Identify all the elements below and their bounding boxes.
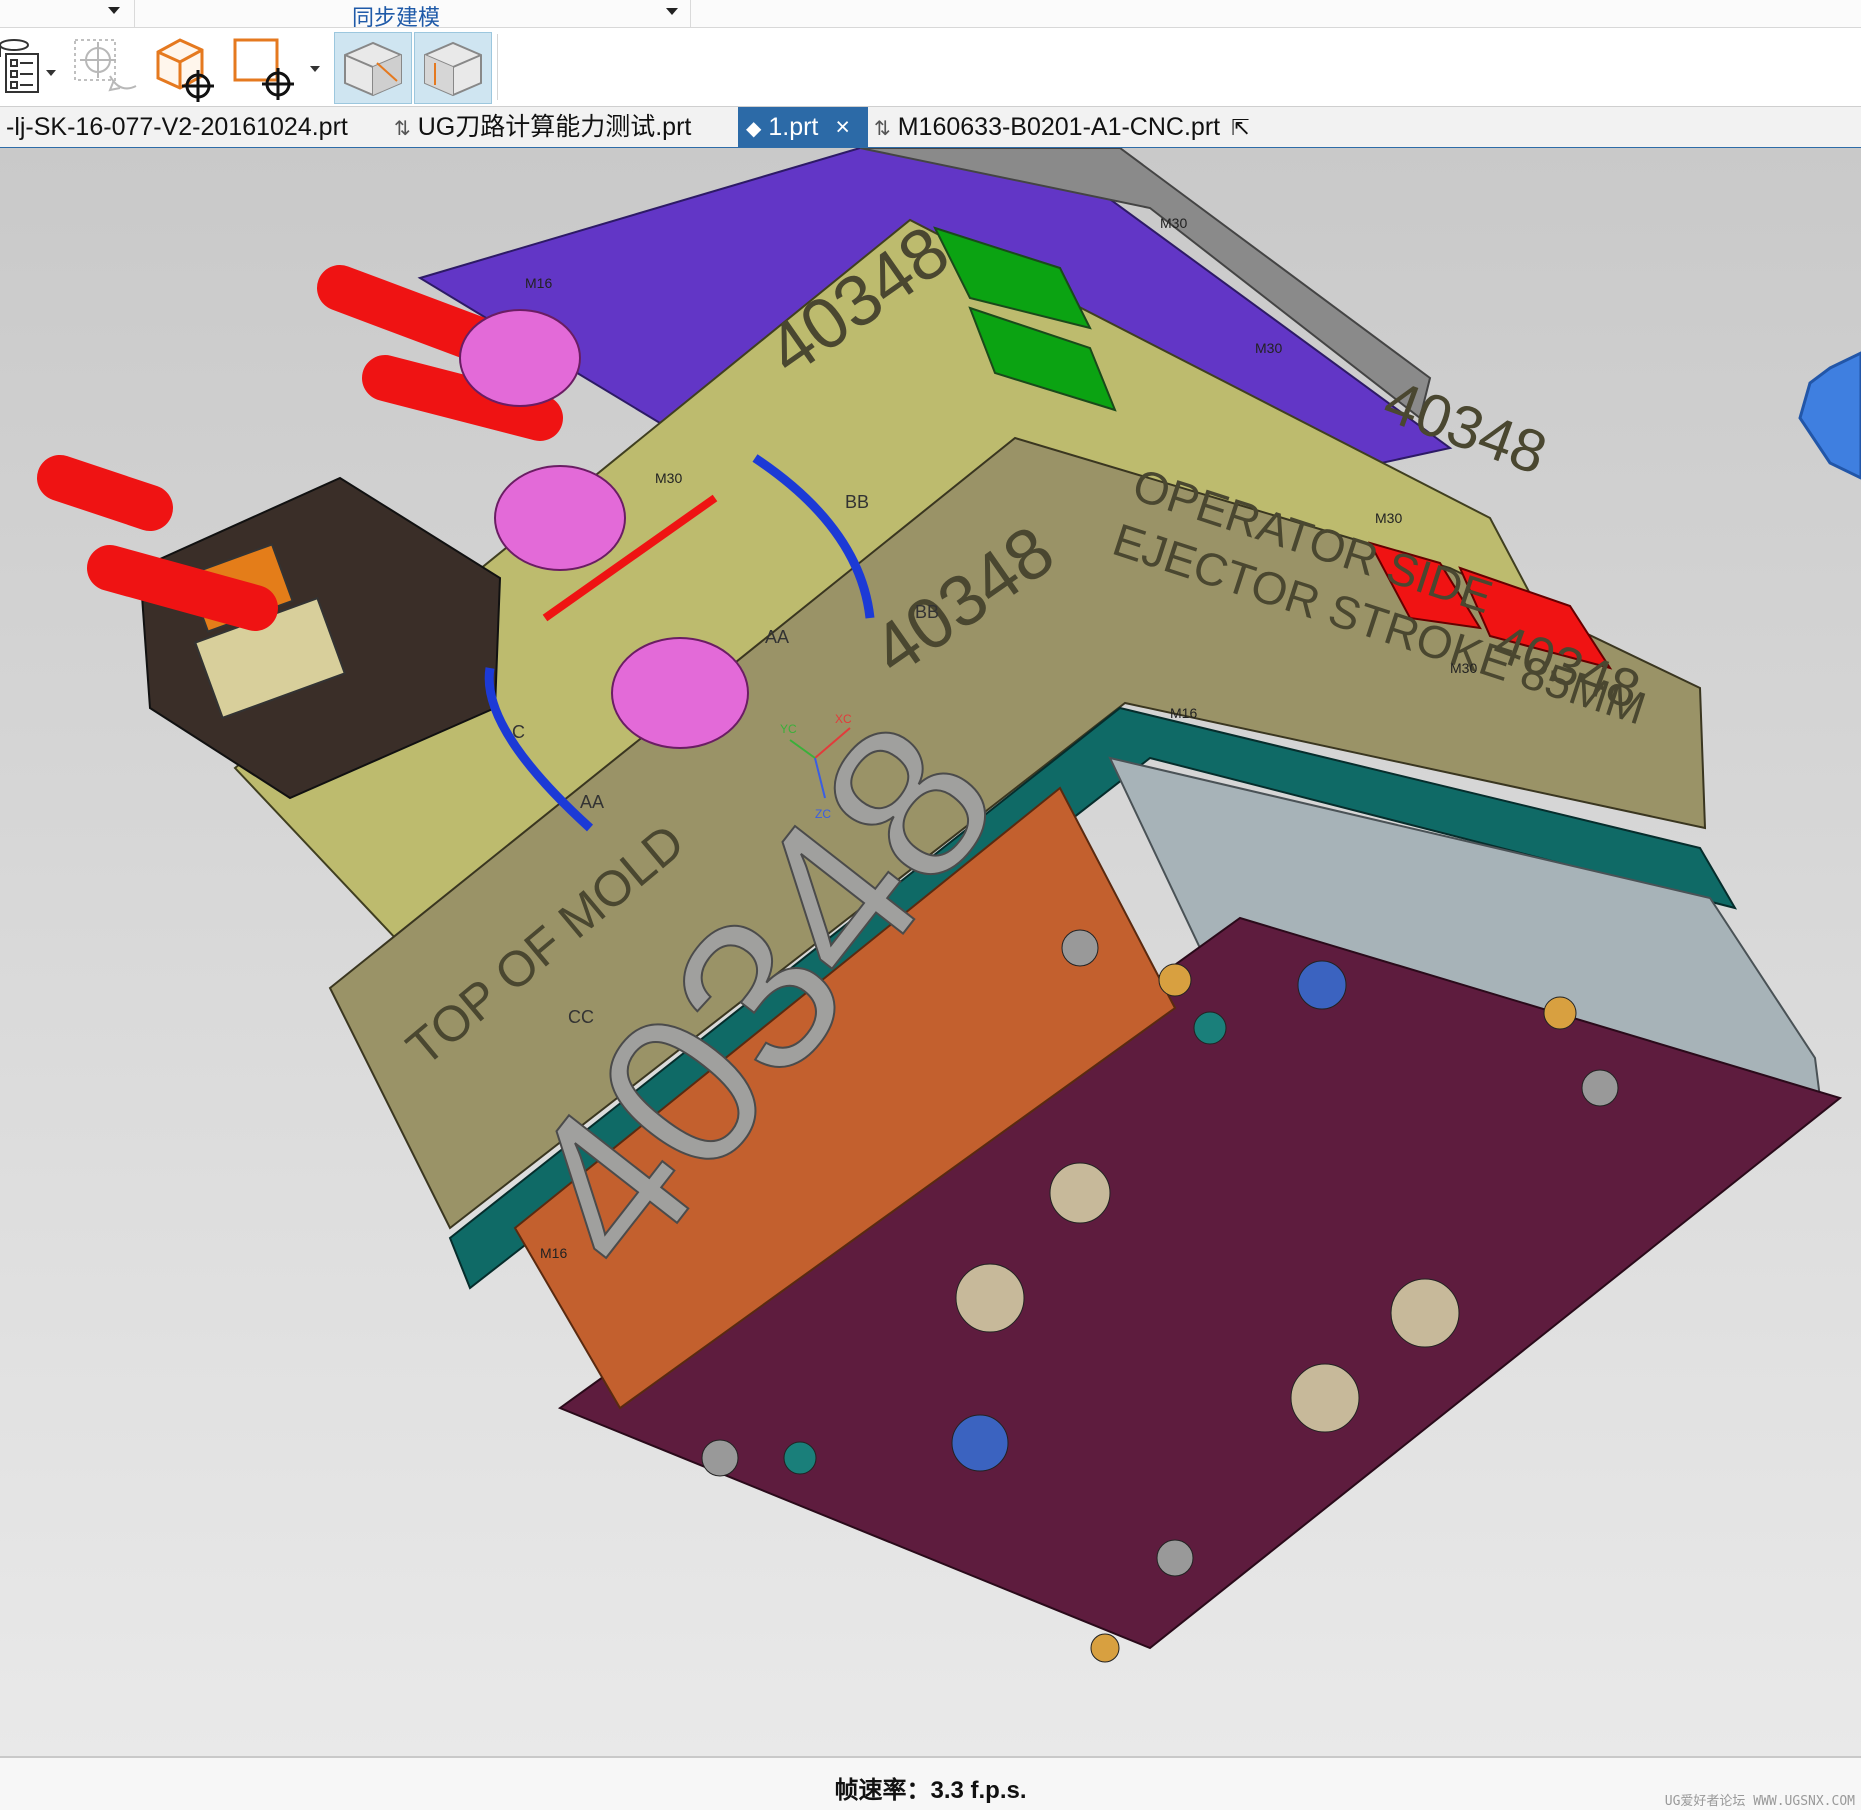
svg-text:M30: M30: [1255, 340, 1282, 356]
file-tab-bar: -lj-SK-16-077-V2-20161024.prt ⇅ UG刀路计算能力…: [0, 107, 1861, 149]
wcs-box-origin-icon: [156, 38, 214, 102]
ribbon-group-dropdown-arrow[interactable]: [666, 8, 678, 15]
svg-text:YC: YC: [780, 722, 797, 736]
svg-text:M16: M16: [540, 1245, 567, 1261]
watermark-text: UG爱好者论坛 WWW.UGSNX.COM: [1664, 1794, 1855, 1809]
tab-label: UG刀路计算能力测试.prt: [417, 113, 692, 141]
toolbar-separator: [497, 34, 498, 100]
frame-rate-readout: 帧速率：3.3 f.p.s.: [834, 1777, 1027, 1804]
ribbon-separator: [134, 0, 135, 27]
ribbon-group-row: 同步建模: [0, 0, 1861, 31]
list-checklist-icon: [0, 39, 56, 93]
sketch-origin-icon: [233, 38, 320, 100]
assistant-float-icon[interactable]: [1798, 351, 1861, 480]
svg-text:M30: M30: [1450, 660, 1477, 676]
svg-text:BB: BB: [845, 492, 869, 512]
toolbar: [0, 28, 1861, 107]
mold-number-label-2: 40348: [1376, 367, 1556, 487]
ribbon-separator: [690, 0, 691, 27]
ribbon-dropdown-arrow[interactable]: [108, 7, 120, 14]
sketch-origin-button[interactable]: [230, 32, 326, 102]
tab-file-2[interactable]: ⇅ UG刀路计算能力测试.prt: [394, 107, 730, 147]
svg-text:M30: M30: [1160, 215, 1187, 231]
csys-disabled-button[interactable]: [70, 32, 144, 102]
mold-assembly-model: 40348 40348 40348 40348 OPERATOR SIDE EJ…: [37, 148, 1861, 1663]
svg-text:BB: BB: [915, 602, 939, 622]
wcs-box-origin-button[interactable]: [150, 32, 220, 102]
modified-part-icon: ⇅: [394, 118, 411, 140]
svg-text:XC: XC: [835, 712, 852, 726]
tab-label: 1.prt: [768, 113, 819, 141]
tab-label: M160633-B0201-A1-CNC.prt: [897, 113, 1221, 141]
svg-text:ZC: ZC: [815, 807, 831, 821]
static-wireframe-button[interactable]: [414, 32, 492, 104]
csys-disabled-icon: [74, 39, 137, 92]
svg-text:C: C: [512, 722, 525, 742]
tab-label: -lj-SK-16-077-V2-20161024.prt: [6, 113, 348, 141]
svg-text:M30: M30: [1375, 510, 1402, 526]
modified-part-icon: ⇅: [874, 118, 891, 140]
tab-file-4[interactable]: ⇅ M160633-B0201-A1-CNC.prt ⇱: [874, 107, 1294, 147]
svg-text:M16: M16: [1170, 705, 1197, 721]
shaded-solid-button[interactable]: [334, 32, 412, 104]
tab-file-active[interactable]: ◆ 1.prt ×: [738, 107, 868, 147]
svg-text:M30: M30: [655, 470, 682, 486]
svg-text:AA: AA: [765, 627, 789, 647]
list-checklist-button[interactable]: [0, 32, 58, 102]
graphics-viewport[interactable]: 40348 40348 40348 40348 OPERATOR SIDE EJ…: [0, 148, 1861, 1756]
tab-file-1[interactable]: -lj-SK-16-077-V2-20161024.prt: [0, 107, 390, 147]
status-bar: 帧速率：3.3 f.p.s. UG爱好者论坛 WWW.UGSNX.COM: [0, 1756, 1861, 1810]
static-wireframe-icon: [424, 41, 482, 97]
shaded-solid-icon: [344, 41, 402, 97]
close-tab-icon[interactable]: ×: [835, 113, 850, 141]
part-file-icon: ◆: [746, 118, 762, 140]
svg-text:M16: M16: [525, 275, 552, 291]
svg-text:AA: AA: [580, 792, 604, 812]
export-icon: ⇱: [1231, 115, 1250, 140]
